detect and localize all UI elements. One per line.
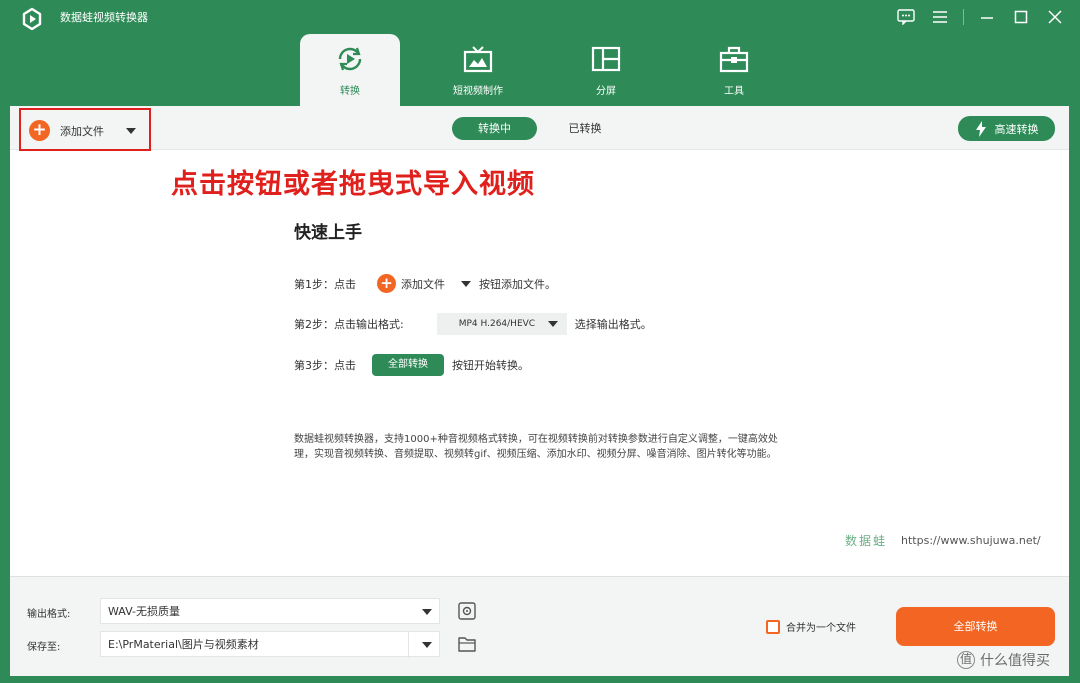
step1-button-label[interactable]: 添加文件 bbox=[401, 276, 445, 292]
product-description: 数据蛙视频转换器，支持1000+种音视频格式转换，可在视频转换前对转换参数进行自… bbox=[294, 434, 778, 460]
output-format-label: 输出格式: bbox=[27, 609, 71, 620]
step-2: 第2步：点击输出格式: MP4 H.264/HEVC 选择输出格式。 bbox=[294, 313, 652, 335]
plus-icon: + bbox=[29, 120, 50, 141]
site-watermark: 值 什么值得买 bbox=[957, 650, 1050, 670]
toolbox-icon bbox=[717, 44, 751, 74]
main-panel[interactable]: + 添加文件 转换中 已转换 高速转换 点击按钮或者拖曳式导入视频 快速上手 第… bbox=[10, 106, 1069, 576]
split-screen-icon bbox=[589, 44, 623, 74]
plus-icon[interactable]: + bbox=[377, 274, 396, 293]
step2-prefix: 第2步：点击输出格式: bbox=[294, 318, 404, 331]
app-title: 数据蛙视频转换器 bbox=[60, 11, 148, 24]
merge-label: 合并为一个文件 bbox=[786, 623, 856, 634]
tab-tools[interactable]: 工具 bbox=[684, 34, 784, 106]
minimize-icon[interactable] bbox=[976, 6, 998, 28]
quick-start-title: 快速上手 bbox=[294, 223, 362, 243]
main-tabs: 转换 短视频制作 分屏 工具 bbox=[300, 34, 812, 106]
tab-converting[interactable]: 转换中 bbox=[452, 117, 537, 140]
add-file-label: 添加文件 bbox=[60, 124, 104, 138]
save-to-value: E:\PrMaterial\图片与视频素材 bbox=[108, 638, 259, 651]
tab-split-screen[interactable]: 分屏 bbox=[556, 34, 656, 106]
output-format-value: WAV-无损质量 bbox=[108, 605, 180, 618]
convert-all-small-button[interactable]: 全部转换 bbox=[372, 354, 444, 376]
convert-all-button[interactable]: 全部转换 bbox=[896, 607, 1055, 646]
site-logo-icon: 值 bbox=[957, 651, 975, 669]
step-1: 第1步：点击 + 添加文件 按钮添加文件。 bbox=[294, 274, 556, 293]
title-divider bbox=[963, 9, 964, 25]
output-format-select[interactable]: MP4 H.264/HEVC bbox=[436, 313, 567, 335]
output-format-value: MP4 H.264/HEVC bbox=[458, 319, 536, 329]
tab-label: 分屏 bbox=[596, 86, 616, 97]
save-to-label: 保存至: bbox=[27, 642, 61, 653]
annotation-text: 点击按钮或者拖曳式导入视频 bbox=[171, 169, 535, 200]
add-file-dropdown-icon[interactable] bbox=[126, 128, 136, 134]
tab-label: 转换 bbox=[340, 86, 360, 97]
step2-suffix: 选择输出格式。 bbox=[574, 318, 652, 331]
chevron-down-icon bbox=[547, 321, 558, 327]
high-speed-label: 高速转换 bbox=[994, 122, 1039, 136]
bottom-bar: 输出格式: WAV-无损质量 保存至: E:\PrMaterial\图片与视频素… bbox=[10, 576, 1069, 676]
high-speed-convert-button[interactable]: 高速转换 bbox=[958, 116, 1055, 141]
lightning-icon bbox=[975, 120, 986, 137]
app-logo-icon bbox=[20, 7, 44, 31]
tab-short-video[interactable]: 短视频制作 bbox=[428, 34, 528, 106]
add-file-button[interactable]: + 添加文件 bbox=[29, 120, 104, 141]
add-file-highlight: + 添加文件 bbox=[19, 108, 151, 151]
site-watermark-text: 什么值得买 bbox=[980, 653, 1050, 669]
maximize-icon[interactable] bbox=[1010, 6, 1032, 28]
merge-option[interactable]: 合并为一个文件 bbox=[766, 619, 856, 634]
feedback-icon[interactable] bbox=[895, 6, 917, 28]
step-3: 第3步：点击 全部转换 按钮开始转换。 bbox=[294, 354, 529, 376]
close-icon[interactable] bbox=[1044, 6, 1066, 28]
tv-icon bbox=[461, 44, 495, 74]
step1-suffix: 按钮添加文件。 bbox=[479, 277, 556, 291]
format-settings-icon[interactable] bbox=[456, 600, 478, 622]
step1-prefix: 第1步：点击 bbox=[294, 277, 356, 291]
merge-checkbox[interactable] bbox=[766, 619, 780, 634]
tab-converted[interactable]: 已转换 bbox=[550, 117, 620, 140]
watermark: 数据蛙 https://www.shujuwa.net/ bbox=[845, 532, 1041, 549]
tab-label: 短视频制作 bbox=[453, 86, 503, 97]
chevron-down-icon[interactable] bbox=[461, 280, 471, 287]
tab-convert[interactable]: 转换 bbox=[300, 34, 400, 106]
watermark-logo: 数据蛙 bbox=[845, 534, 888, 548]
step3-suffix: 按钮开始转换。 bbox=[452, 359, 529, 372]
convert-icon bbox=[333, 44, 367, 74]
tab-label: 工具 bbox=[724, 86, 744, 97]
title-bar: 数据蛙视频转换器 bbox=[0, 0, 1080, 34]
chevron-down-icon bbox=[422, 642, 432, 648]
divider bbox=[408, 632, 409, 658]
save-to-dropdown[interactable]: E:\PrMaterial\图片与视频素材 bbox=[100, 631, 440, 658]
output-format-dropdown[interactable]: WAV-无损质量 bbox=[100, 598, 440, 624]
folder-icon[interactable] bbox=[456, 633, 478, 655]
chevron-down-icon bbox=[422, 609, 432, 615]
watermark-url: https://www.shujuwa.net/ bbox=[901, 534, 1041, 547]
menu-icon[interactable] bbox=[929, 6, 951, 28]
toolbar: + 添加文件 转换中 已转换 高速转换 bbox=[10, 106, 1069, 151]
step3-prefix: 第3步：点击 bbox=[294, 359, 356, 372]
